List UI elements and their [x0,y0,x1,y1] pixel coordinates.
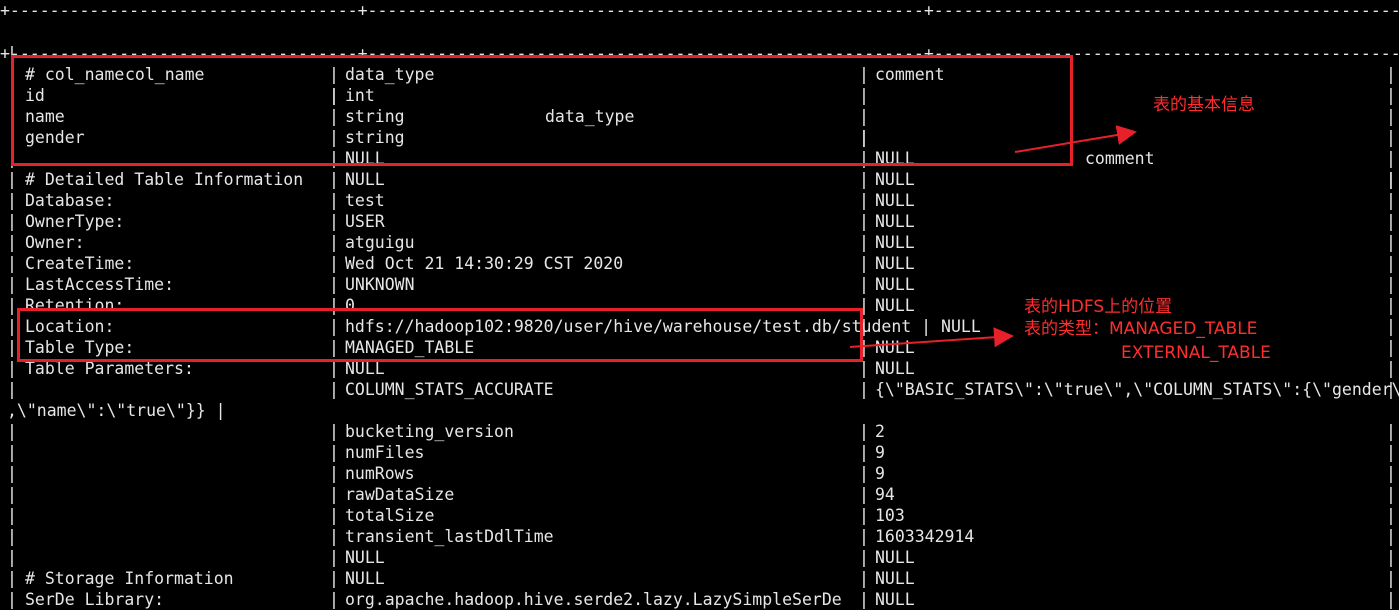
annotation-arrows [849,125,1137,348]
annotation-table-type: 表的类型：MANAGED_TABLE [1024,319,1258,339]
annotation-table-type-external: EXTERNAL_TABLE [1121,343,1271,363]
arrow-location-type [849,327,1014,348]
annotation-basic-info: 表的基本信息 [1153,95,1255,115]
arrow-basic-info [1014,125,1137,153]
annotation-hdfs-location: 表的HDFS上的位置 [1024,297,1173,317]
